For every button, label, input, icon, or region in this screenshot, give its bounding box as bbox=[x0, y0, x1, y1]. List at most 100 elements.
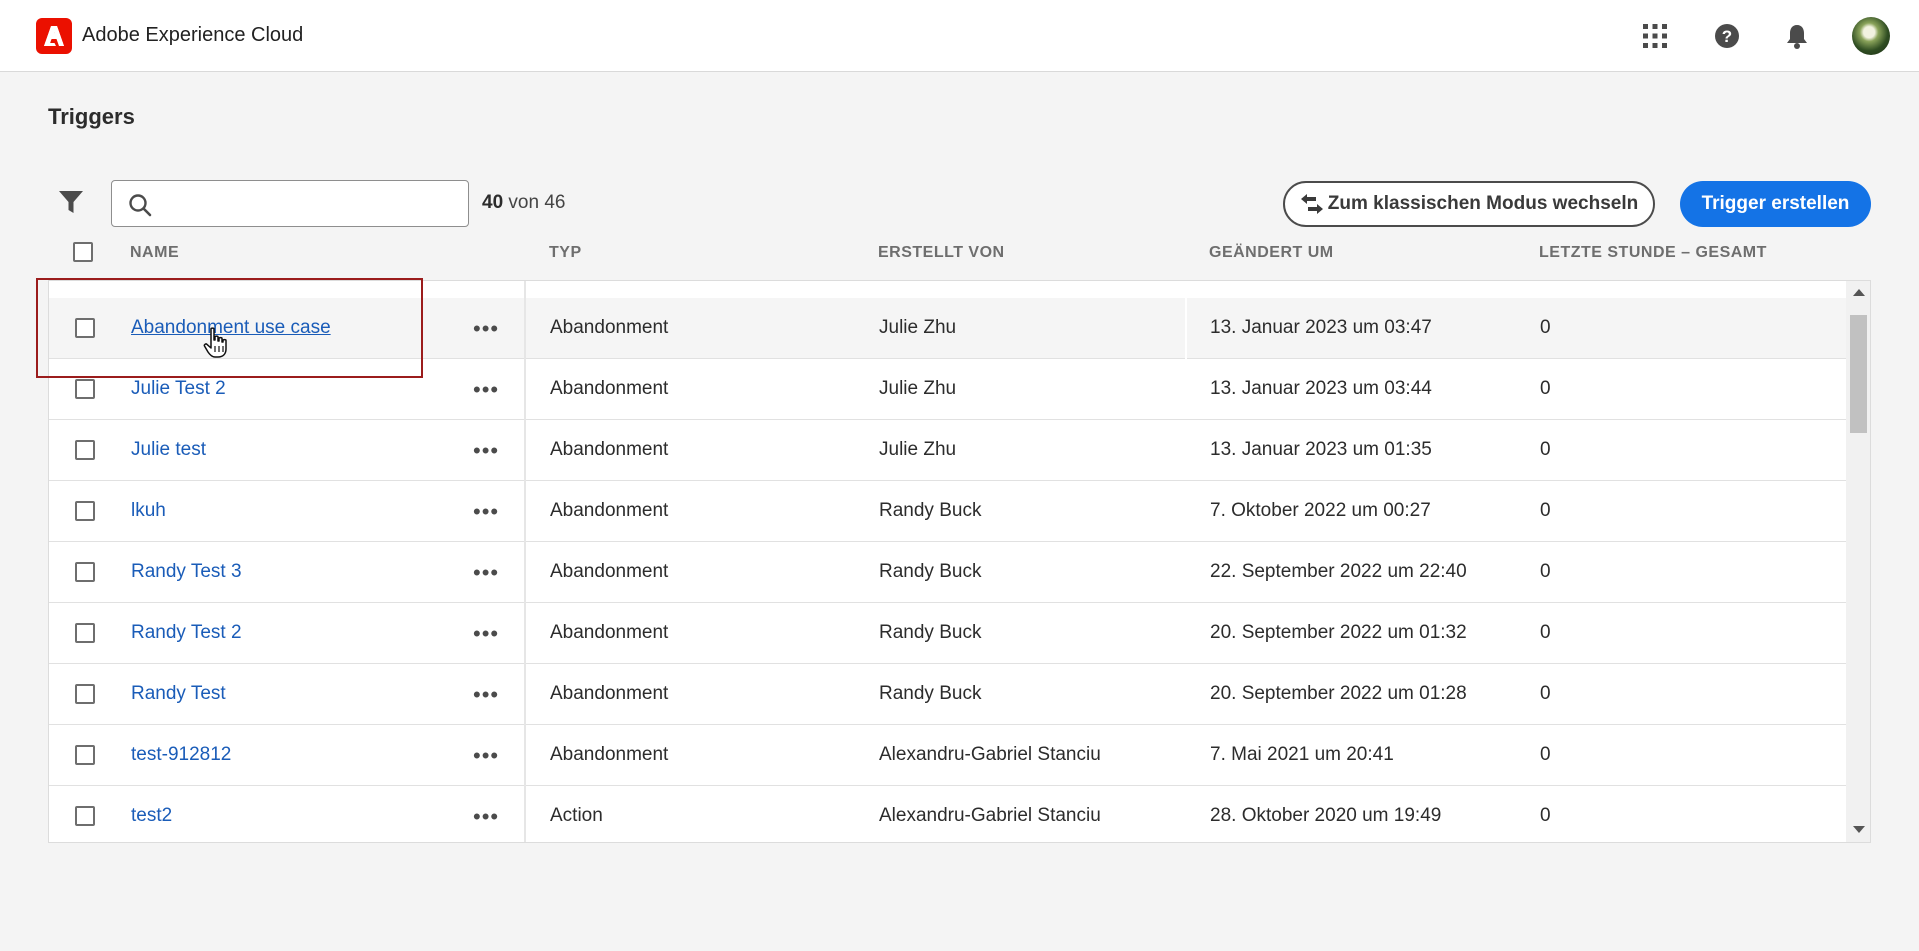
trigger-type: Action bbox=[550, 805, 603, 826]
table-row[interactable]: test2 ••• Action Alexandru-Gabriel Stanc… bbox=[49, 786, 1846, 842]
more-actions-icon[interactable]: ••• bbox=[473, 743, 499, 769]
trigger-last-hour: 0 bbox=[1540, 378, 1551, 399]
switch-arrows-icon bbox=[1300, 194, 1323, 214]
trigger-name-link[interactable]: test-912812 bbox=[131, 744, 231, 766]
select-all-checkbox[interactable] bbox=[73, 242, 93, 262]
result-count-shown: 40 bbox=[482, 192, 504, 213]
trigger-name-link[interactable]: Julie test bbox=[131, 439, 206, 461]
more-actions-icon[interactable]: ••• bbox=[473, 377, 499, 403]
table-row[interactable]: test-912812 ••• Abandonment Alexandru-Ga… bbox=[49, 725, 1846, 786]
more-actions-icon[interactable]: ••• bbox=[473, 804, 499, 830]
search-field[interactable] bbox=[111, 180, 469, 227]
highlight-box bbox=[36, 278, 423, 378]
app-title[interactable]: Adobe Experience Cloud bbox=[82, 24, 303, 47]
trigger-modified: 13. Januar 2023 um 01:35 bbox=[1210, 439, 1432, 460]
page-title: Triggers bbox=[48, 104, 135, 129]
more-actions-icon[interactable]: ••• bbox=[473, 499, 499, 525]
scroll-down-arrow-icon[interactable] bbox=[1853, 826, 1865, 833]
user-avatar[interactable] bbox=[1852, 17, 1890, 55]
trigger-created-by: Alexandru-Gabriel Stanciu bbox=[879, 744, 1101, 765]
row-checkbox[interactable] bbox=[75, 440, 95, 460]
column-header-type[interactable]: TYP bbox=[549, 244, 582, 262]
trigger-type: Abandonment bbox=[550, 378, 669, 399]
table-row[interactable]: Randy Test 2 ••• Abandonment Randy Buck … bbox=[49, 603, 1846, 664]
trigger-created-by: Randy Buck bbox=[879, 683, 982, 704]
trigger-type: Abandonment bbox=[550, 683, 669, 704]
row-checkbox[interactable] bbox=[75, 379, 95, 399]
row-checkbox[interactable] bbox=[75, 806, 95, 826]
search-input[interactable] bbox=[164, 189, 454, 219]
row-checkbox[interactable] bbox=[75, 562, 95, 582]
row-checkbox[interactable] bbox=[75, 623, 95, 643]
trigger-type: Abandonment bbox=[550, 622, 669, 643]
trigger-last-hour: 0 bbox=[1540, 500, 1551, 521]
trigger-name-link[interactable]: Randy Test 2 bbox=[131, 622, 242, 644]
create-trigger-button[interactable]: Trigger erstellen bbox=[1680, 181, 1871, 227]
more-actions-icon[interactable]: ••• bbox=[473, 560, 499, 586]
help-icon[interactable]: ? bbox=[1709, 18, 1745, 54]
trigger-created-by: Randy Buck bbox=[879, 561, 982, 582]
table-row[interactable]: Randy Test 3 ••• Abandonment Randy Buck … bbox=[49, 542, 1846, 603]
more-actions-icon[interactable]: ••• bbox=[473, 682, 499, 708]
scrollbar-thumb[interactable] bbox=[1850, 315, 1867, 433]
table-row[interactable]: Julie test ••• Abandonment Julie Zhu 13.… bbox=[49, 420, 1846, 481]
row-checkbox[interactable] bbox=[75, 684, 95, 704]
notification-bell-icon[interactable] bbox=[1779, 18, 1815, 54]
trigger-type: Abandonment bbox=[550, 744, 669, 765]
trigger-name-link[interactable]: test2 bbox=[131, 805, 172, 827]
trigger-last-hour: 0 bbox=[1540, 805, 1551, 826]
trigger-modified: 20. September 2022 um 01:28 bbox=[1210, 683, 1467, 704]
trigger-modified: 22. September 2022 um 22:40 bbox=[1210, 561, 1467, 582]
top-bar: Adobe Experience Cloud ? bbox=[0, 0, 1919, 72]
trigger-modified: 7. Mai 2021 um 20:41 bbox=[1210, 744, 1394, 765]
more-actions-icon[interactable]: ••• bbox=[473, 316, 499, 342]
table-scrollbar[interactable] bbox=[1846, 281, 1870, 842]
more-actions-icon[interactable]: ••• bbox=[473, 438, 499, 464]
trigger-name-link[interactable]: Julie Test 2 bbox=[131, 378, 226, 400]
trigger-created-by: Julie Zhu bbox=[879, 439, 957, 460]
scroll-up-arrow-icon[interactable] bbox=[1853, 289, 1865, 296]
table-row[interactable]: Randy Test ••• Abandonment Randy Buck 20… bbox=[49, 664, 1846, 725]
trigger-type: Abandonment bbox=[550, 500, 669, 521]
trigger-type: Abandonment bbox=[550, 439, 669, 460]
trigger-last-hour: 0 bbox=[1540, 439, 1551, 460]
trigger-modified: 7. Oktober 2022 um 00:27 bbox=[1210, 500, 1431, 521]
search-icon bbox=[128, 193, 152, 222]
trigger-last-hour: 0 bbox=[1540, 622, 1551, 643]
trigger-last-hour: 0 bbox=[1540, 317, 1551, 338]
column-header-last-hour-total[interactable]: LETZTE STUNDE – GESAMT bbox=[1539, 244, 1767, 262]
trigger-name-link[interactable]: Randy Test bbox=[131, 683, 226, 705]
trigger-last-hour: 0 bbox=[1540, 683, 1551, 704]
result-count-total: von 46 bbox=[508, 192, 566, 213]
more-actions-icon[interactable]: ••• bbox=[473, 621, 499, 647]
trigger-created-by: Randy Buck bbox=[879, 500, 982, 521]
trigger-name-link[interactable]: Randy Test 3 bbox=[131, 561, 242, 583]
filter-icon[interactable] bbox=[58, 189, 86, 217]
column-header-created-by[interactable]: ERSTELLT VON bbox=[878, 244, 1005, 262]
svg-text:?: ? bbox=[1722, 27, 1732, 46]
column-header-name[interactable]: NAME bbox=[130, 244, 179, 262]
row-checkbox[interactable] bbox=[75, 745, 95, 765]
trigger-created-by: Alexandru-Gabriel Stanciu bbox=[879, 805, 1101, 826]
trigger-created-by: Julie Zhu bbox=[879, 378, 957, 399]
apps-grid-icon[interactable] bbox=[1637, 18, 1673, 54]
trigger-last-hour: 0 bbox=[1540, 561, 1551, 582]
switch-classic-mode-label: Zum klassischen Modus wechseln bbox=[1327, 193, 1639, 214]
trigger-created-by: Julie Zhu bbox=[879, 317, 957, 338]
trigger-modified: 13. Januar 2023 um 03:47 bbox=[1210, 317, 1432, 338]
trigger-modified: 13. Januar 2023 um 03:44 bbox=[1210, 378, 1432, 399]
trigger-modified: 20. September 2022 um 01:32 bbox=[1210, 622, 1467, 643]
name-column-divider[interactable] bbox=[524, 281, 526, 842]
trigger-type: Abandonment bbox=[550, 561, 669, 582]
column-divider bbox=[1185, 298, 1187, 359]
column-header-modified[interactable]: GEÄNDERT UM bbox=[1209, 244, 1334, 262]
trigger-name-link[interactable]: lkuh bbox=[131, 500, 166, 522]
table-row[interactable]: lkuh ••• Abandonment Randy Buck 7. Oktob… bbox=[49, 481, 1846, 542]
adobe-logo-icon[interactable] bbox=[36, 18, 72, 54]
row-checkbox[interactable] bbox=[75, 501, 95, 521]
result-count: 40 von 46 bbox=[482, 192, 565, 214]
trigger-type: Abandonment bbox=[550, 317, 669, 338]
trigger-modified: 28. Oktober 2020 um 19:49 bbox=[1210, 805, 1442, 826]
trigger-last-hour: 0 bbox=[1540, 744, 1551, 765]
switch-classic-mode-button[interactable]: Zum klassischen Modus wechseln bbox=[1283, 181, 1655, 227]
